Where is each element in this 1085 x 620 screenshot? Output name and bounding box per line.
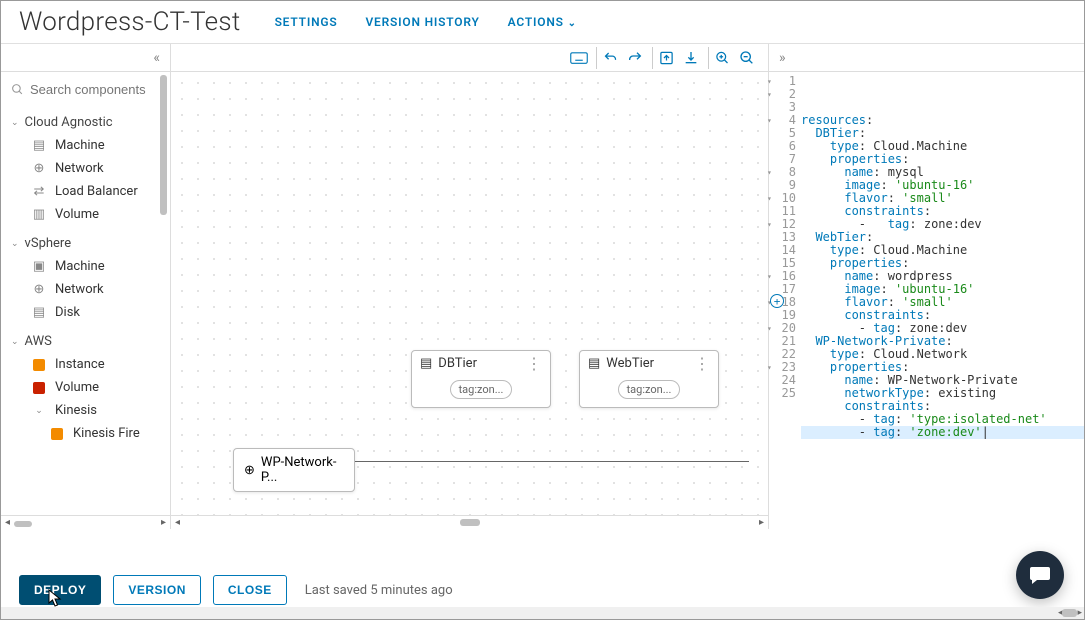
sidebar-item-vsphere-disk[interactable]: ▤Disk xyxy=(11,301,162,324)
sidebar-item-aws-kinesis-fire[interactable]: Kinesis Fire xyxy=(11,422,162,445)
upload-icon[interactable] xyxy=(652,47,674,69)
chevron-down-icon: ⌄ xyxy=(11,118,19,128)
tag-chip: tag:zon... xyxy=(618,380,681,399)
undo-icon[interactable] xyxy=(596,47,618,69)
add-line-icon[interactable]: + xyxy=(770,294,784,308)
red-square-icon xyxy=(31,382,47,394)
server-icon: ▤ xyxy=(31,138,47,153)
chevron-down-icon: ⌄ xyxy=(568,18,577,29)
balancer-icon: ⇄ xyxy=(31,184,47,199)
globe-icon: ⊕ xyxy=(31,282,47,297)
search-icon xyxy=(11,83,24,96)
sidebar-scrollbar[interactable] xyxy=(158,72,168,502)
chevron-down-icon: ⌄ xyxy=(11,239,19,249)
connection-line xyxy=(341,461,749,462)
group-cloud-agnostic[interactable]: ⌄Cloud Agnostic xyxy=(11,111,162,134)
sidebar-item-machine[interactable]: ▤Machine xyxy=(11,134,162,157)
group-vsphere[interactable]: ⌄vSphere xyxy=(11,232,162,255)
sidebar-item-aws-instance[interactable]: Instance xyxy=(11,353,162,376)
search-input[interactable] xyxy=(30,82,162,97)
kebab-icon[interactable]: ⋮ xyxy=(694,359,710,369)
node-label: DBTier xyxy=(438,356,477,371)
chevron-down-icon: ⌄ xyxy=(31,406,47,416)
node-network[interactable]: ⊕ WP-Network-P... xyxy=(233,448,355,492)
sidebar-h-scroll[interactable]: ◂▸ xyxy=(1,515,170,529)
page-title: Wordpress-CT-Test xyxy=(19,7,241,37)
sidebar-item-aws-kinesis[interactable]: ⌄Kinesis xyxy=(11,399,162,422)
vm-icon: ▣ xyxy=(31,259,47,274)
chat-icon[interactable] xyxy=(1016,551,1064,599)
globe-icon: ⊕ xyxy=(31,161,47,176)
sidebar-item-volume[interactable]: ▥Volume xyxy=(11,203,162,226)
sidebar-item-aws-volume[interactable]: Volume xyxy=(11,376,162,399)
cursor-icon xyxy=(48,589,64,609)
last-saved-text: Last saved 5 minutes ago xyxy=(305,583,453,598)
version-button[interactable]: VERSION xyxy=(113,575,201,605)
disk-icon: ▤ xyxy=(31,305,47,320)
orange-square-icon xyxy=(49,428,65,440)
keyboard-icon[interactable] xyxy=(568,47,590,69)
sidebar-item-vsphere-machine[interactable]: ▣Machine xyxy=(11,255,162,278)
sidebar-item-load-balancer[interactable]: ⇄Load Balancer xyxy=(11,180,162,203)
node-label: WebTier xyxy=(606,356,654,371)
redo-icon[interactable] xyxy=(624,47,646,69)
tag-chip: tag:zon... xyxy=(450,380,513,399)
node-label: WP-Network-P... xyxy=(261,455,344,485)
tab-actions[interactable]: ACTIONS ⌄ xyxy=(508,15,577,29)
chevron-down-icon: ⌄ xyxy=(11,337,19,347)
tab-version-history[interactable]: VERSION HISTORY xyxy=(365,15,479,29)
download-icon[interactable] xyxy=(680,47,702,69)
collapse-sidebar-icon[interactable]: « xyxy=(153,50,160,66)
canvas-h-scroll[interactable]: ◂▸ xyxy=(171,515,768,529)
group-aws[interactable]: ⌄AWS xyxy=(11,330,162,353)
volume-icon: ▥ xyxy=(31,207,47,222)
sidebar-item-vsphere-network[interactable]: ⊕Network xyxy=(11,278,162,301)
sidebar-item-network[interactable]: ⊕Network xyxy=(11,157,162,180)
node-dbtier[interactable]: ▤ DBTier ⋮ tag:zon... xyxy=(411,350,551,408)
code-line[interactable]: - tag: 'zone:dev'| xyxy=(801,426,1084,439)
server-icon: ▤ xyxy=(420,356,432,371)
zoom-in-icon[interactable] xyxy=(708,47,730,69)
tab-settings[interactable]: SETTINGS xyxy=(275,15,338,29)
kebab-icon[interactable]: ⋮ xyxy=(526,359,542,369)
globe-icon: ⊕ xyxy=(244,463,255,478)
server-icon: ▤ xyxy=(588,356,600,371)
close-button[interactable]: CLOSE xyxy=(213,575,287,605)
orange-square-icon xyxy=(31,359,47,371)
component-sidebar: « ⌄Cloud Agnostic ▤Machine ⊕Network ⇄Loa… xyxy=(1,44,171,529)
expand-editor-icon[interactable]: » xyxy=(779,50,786,66)
code-editor[interactable]: » 12345678910111213141516171819202122232… xyxy=(769,44,1084,529)
zoom-out-icon[interactable] xyxy=(736,47,758,69)
design-canvas[interactable]: ▤ DBTier ⋮ tag:zon... ▤ WebTier ⋮ tag:zon...… xyxy=(171,72,768,515)
node-webtier[interactable]: ▤ WebTier ⋮ tag:zon... xyxy=(579,350,719,408)
page-h-scroll[interactable]: ◂▸ xyxy=(1,607,1084,619)
